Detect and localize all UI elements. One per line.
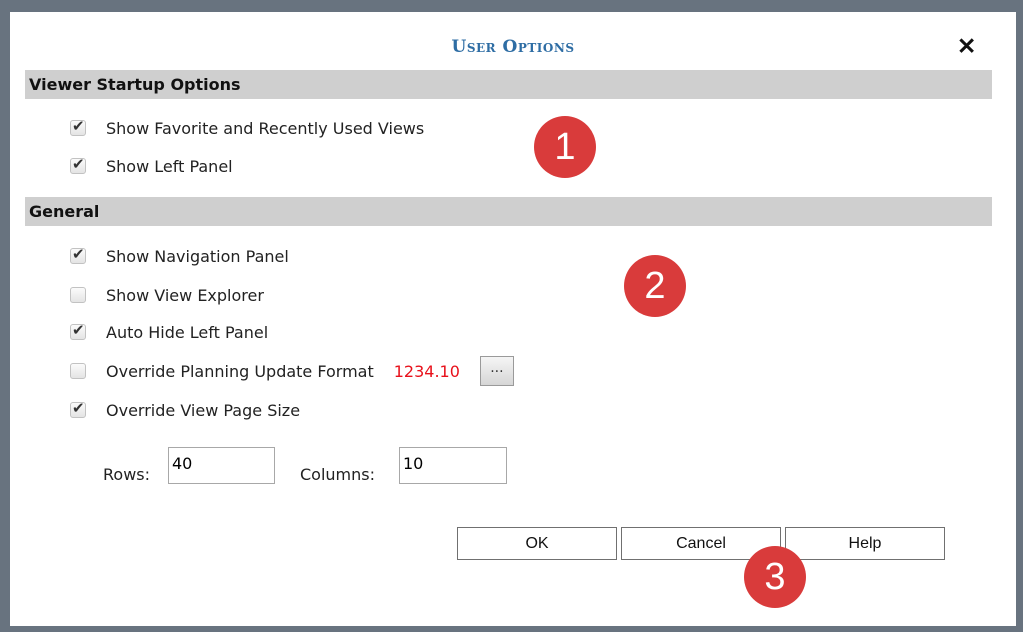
option-show-left-panel[interactable]: Show Left Panel <box>70 154 233 178</box>
columns-label: Columns: <box>300 465 375 484</box>
callout-badge-3: 3 <box>744 546 806 608</box>
checkbox-override-view-page-size[interactable] <box>70 399 86 418</box>
option-show-favorite-views[interactable]: Show Favorite and Recently Used Views <box>70 116 424 140</box>
callout-badge-1: 1 <box>534 116 596 178</box>
checkbox-show-favorite-views[interactable] <box>70 117 86 136</box>
option-label: Auto Hide Left Panel <box>106 322 269 342</box>
rows-input[interactable]: 40 <box>168 447 275 484</box>
checkbox-show-view-explorer[interactable] <box>70 287 86 303</box>
option-label: Override Planning Update Format <box>106 361 374 381</box>
checkbox-show-left-panel[interactable] <box>70 155 86 174</box>
dialog-title: User Options <box>451 37 575 57</box>
option-label: Show Navigation Panel <box>106 246 289 266</box>
rows-label: Rows: <box>103 465 150 484</box>
checkbox-show-navigation-panel[interactable] <box>70 245 86 264</box>
format-picker-button[interactable]: ... <box>479 356 514 386</box>
help-button[interactable]: Help <box>785 527 945 560</box>
columns-input[interactable]: 10 <box>399 447 507 484</box>
option-label: Show View Explorer <box>106 285 264 305</box>
option-label: Override View Page Size <box>106 400 301 420</box>
section-header-general: General <box>25 197 992 226</box>
callout-badge-2: 2 <box>624 255 686 317</box>
ok-button[interactable]: OK <box>457 527 617 560</box>
option-label: Show Favorite and Recently Used Views <box>106 118 425 138</box>
user-options-dialog: User Options ✕ Viewer Startup Options Sh… <box>10 12 1016 626</box>
option-show-view-explorer[interactable]: Show View Explorer <box>70 283 264 307</box>
option-override-planning-update-format[interactable]: Override Planning Update Format 1234.10 … <box>70 356 514 386</box>
section-header-viewer-startup: Viewer Startup Options <box>25 70 992 99</box>
option-override-view-page-size[interactable]: Override View Page Size <box>70 398 300 422</box>
option-auto-hide-left-panel[interactable]: Auto Hide Left Panel <box>70 320 268 344</box>
checkbox-auto-hide-left-panel[interactable] <box>70 321 86 340</box>
format-sample: 1234.10 <box>393 361 460 381</box>
checkbox-override-planning-update-format[interactable] <box>70 363 86 379</box>
option-show-navigation-panel[interactable]: Show Navigation Panel <box>70 244 289 268</box>
close-icon[interactable]: ✕ <box>957 32 976 60</box>
option-label: Show Left Panel <box>106 156 233 176</box>
